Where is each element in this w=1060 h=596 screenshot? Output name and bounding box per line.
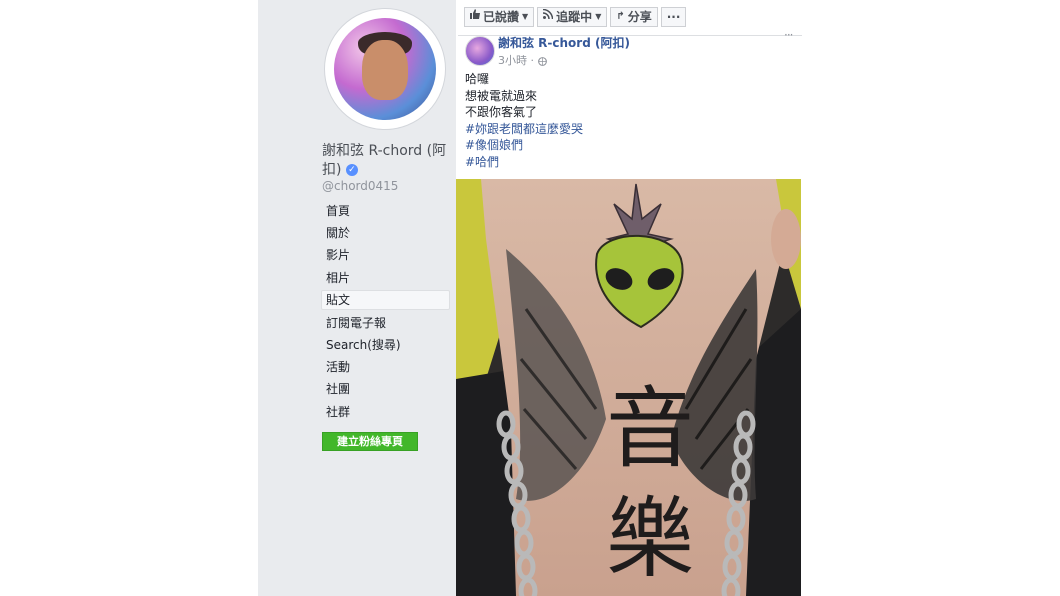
page-name-text: 謝和弦 R-chord (阿扣)	[322, 143, 447, 178]
nav-item-community[interactable]: 社群	[322, 401, 450, 423]
nav-item-events[interactable]: 活動	[322, 356, 450, 378]
hashtag-link[interactable]: #像個娘們	[465, 137, 583, 154]
post-timestamp[interactable]: 3小時 ·	[498, 52, 547, 68]
verified-badge-icon: ✓	[345, 164, 358, 176]
post-line: 哈囉	[465, 72, 490, 86]
profile-picture[interactable]	[324, 8, 446, 130]
share-button[interactable]: ↱ 分享	[610, 7, 658, 27]
post-time-text: 3小時 ·	[498, 54, 538, 67]
liked-button[interactable]: 已說讚 ▼	[464, 7, 535, 27]
more-options-button[interactable]: ···	[660, 7, 687, 27]
avatar	[334, 18, 436, 120]
page-handle[interactable]: @chord0415	[322, 179, 398, 193]
neck-tattoo-image: 音 樂	[456, 179, 801, 596]
following-button[interactable]: 追蹤中 ▼	[537, 7, 608, 27]
nav-item-home[interactable]: 首頁	[322, 200, 450, 222]
post-line: 想被電就過來	[465, 88, 538, 103]
chevron-down-icon: ▼	[595, 12, 602, 21]
post-body: 哈囉 想被電就過來 不跟你客氣了 #妳跟老闆都這麼愛哭 #像個娘們 #哈們	[465, 71, 583, 171]
page-action-bar: 已說讚 ▼ 追蹤中 ▼ ↱ 分享 ···	[464, 7, 688, 27]
post-photo[interactable]: 音 樂	[456, 179, 801, 596]
hashtag-link[interactable]: #哈們	[465, 154, 583, 171]
nav-item-videos[interactable]: 影片	[322, 244, 450, 266]
post-author-avatar[interactable]	[465, 36, 495, 66]
hashtag-link[interactable]: #妳跟老闆都這麼愛哭	[465, 121, 583, 138]
rss-icon	[543, 8, 554, 26]
page-title[interactable]: 謝和弦 R-chord (阿扣) ✓	[322, 142, 452, 180]
globe-icon	[537, 54, 547, 67]
nav-item-groups[interactable]: 社團	[322, 378, 450, 400]
page-sidebar: 謝和弦 R-chord (阿扣) ✓ @chord0415 首頁 關於 影片 相…	[258, 0, 456, 596]
nav-item-newsletter[interactable]: 訂閱電子報	[322, 312, 450, 334]
nav-item-photos[interactable]: 相片	[322, 267, 450, 289]
liked-label: 已說讚	[483, 10, 520, 24]
thumbs-up-icon	[470, 8, 480, 26]
post-line: 不跟你客氣了	[465, 105, 538, 120]
chevron-down-icon: ▼	[522, 12, 529, 21]
create-page-button[interactable]: 建立粉絲專頁	[322, 432, 418, 451]
post-author-name[interactable]: 謝和弦 R-chord (阿扣)	[498, 34, 630, 51]
page-nav: 首頁 關於 影片 相片 貼文 訂閱電子報 Search(搜尋) 活動 社團 社群	[321, 200, 450, 423]
nav-item-about[interactable]: 關於	[322, 222, 450, 244]
share-arrow-icon: ↱	[616, 11, 625, 22]
tattoo-character: 樂	[606, 487, 694, 590]
tattoo-character: 音	[606, 377, 694, 480]
nav-item-posts[interactable]: 貼文	[321, 289, 450, 310]
following-label: 追蹤中	[556, 10, 593, 24]
share-label: 分享	[627, 10, 652, 24]
post-options-icon[interactable]: ···	[784, 28, 794, 42]
nav-item-search[interactable]: Search(搜尋)	[322, 334, 450, 356]
